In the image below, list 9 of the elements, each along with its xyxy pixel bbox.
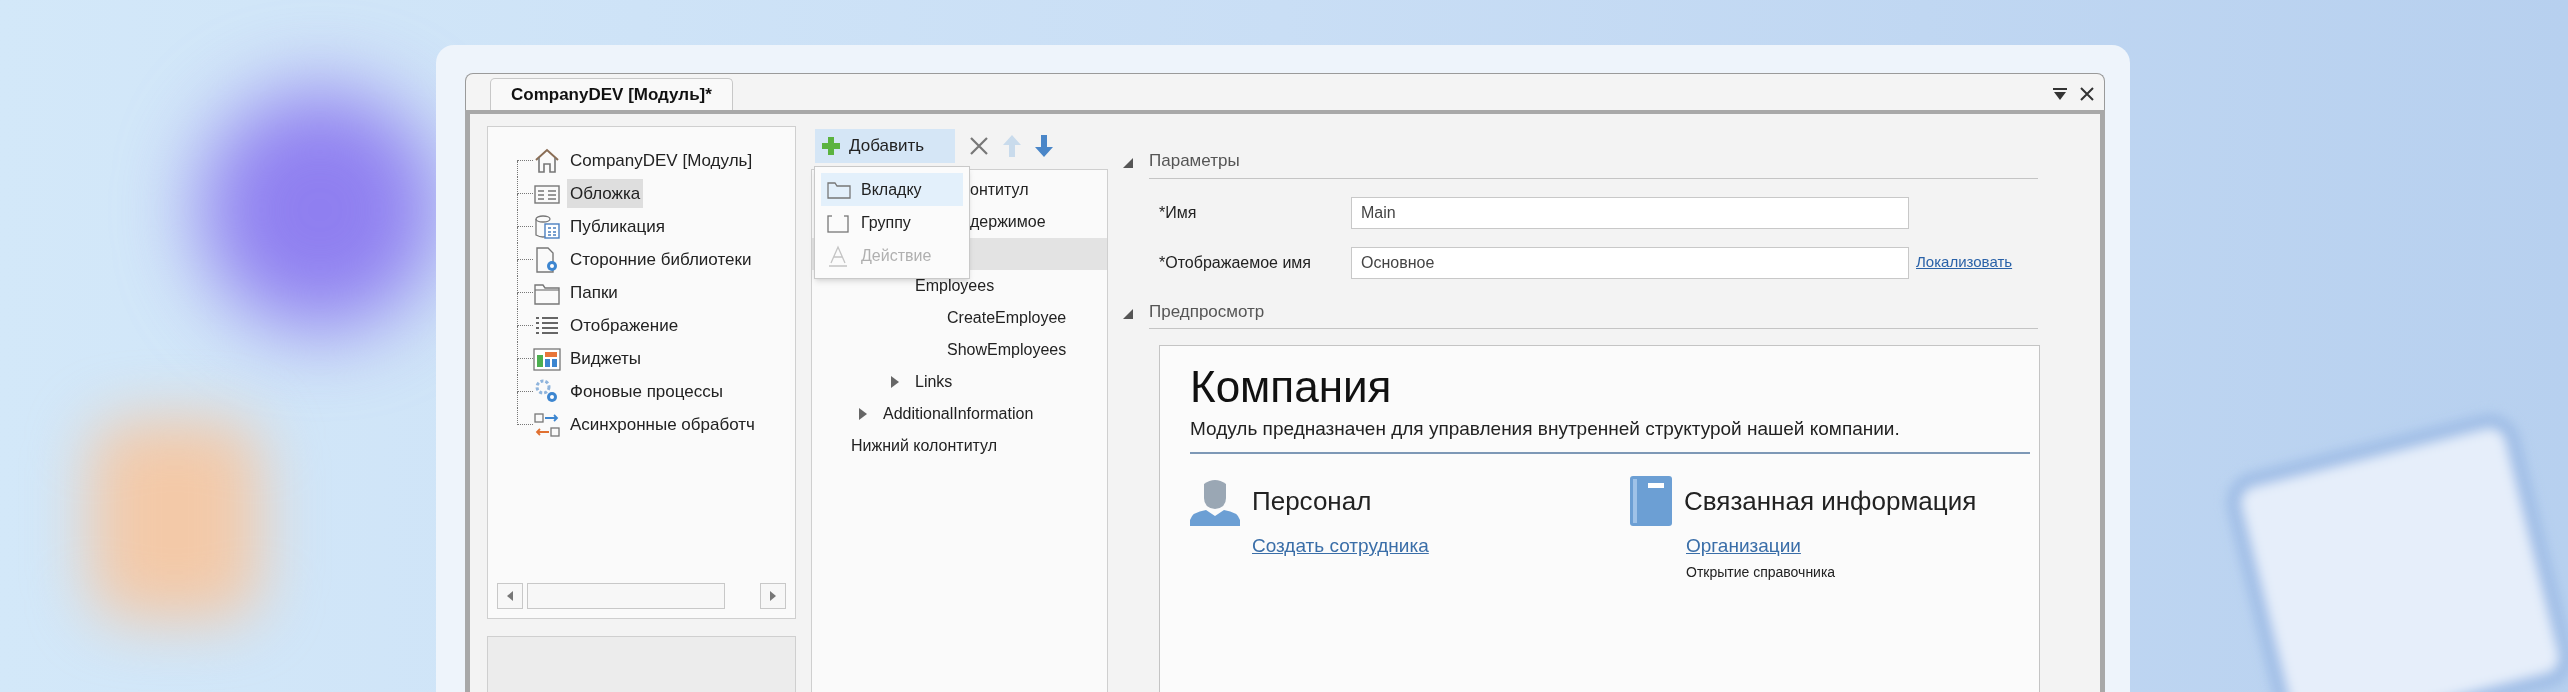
preview-heading: Компания	[1190, 361, 1393, 413]
section-title: Связанная информация	[1684, 484, 1977, 518]
link-description: Открытие справочника	[1686, 562, 1837, 581]
field-label: *Отображаемое имя	[1159, 252, 1313, 273]
preview-description: Модуль предназначен для управления внутренней структурой нашей компании.	[1190, 414, 2030, 454]
section-header: Параметры	[1149, 148, 2038, 179]
section-title: Персонал	[1252, 484, 1372, 518]
field-label: *Имя	[1159, 202, 1198, 223]
section-header: Предпросмотр	[1149, 298, 2038, 329]
